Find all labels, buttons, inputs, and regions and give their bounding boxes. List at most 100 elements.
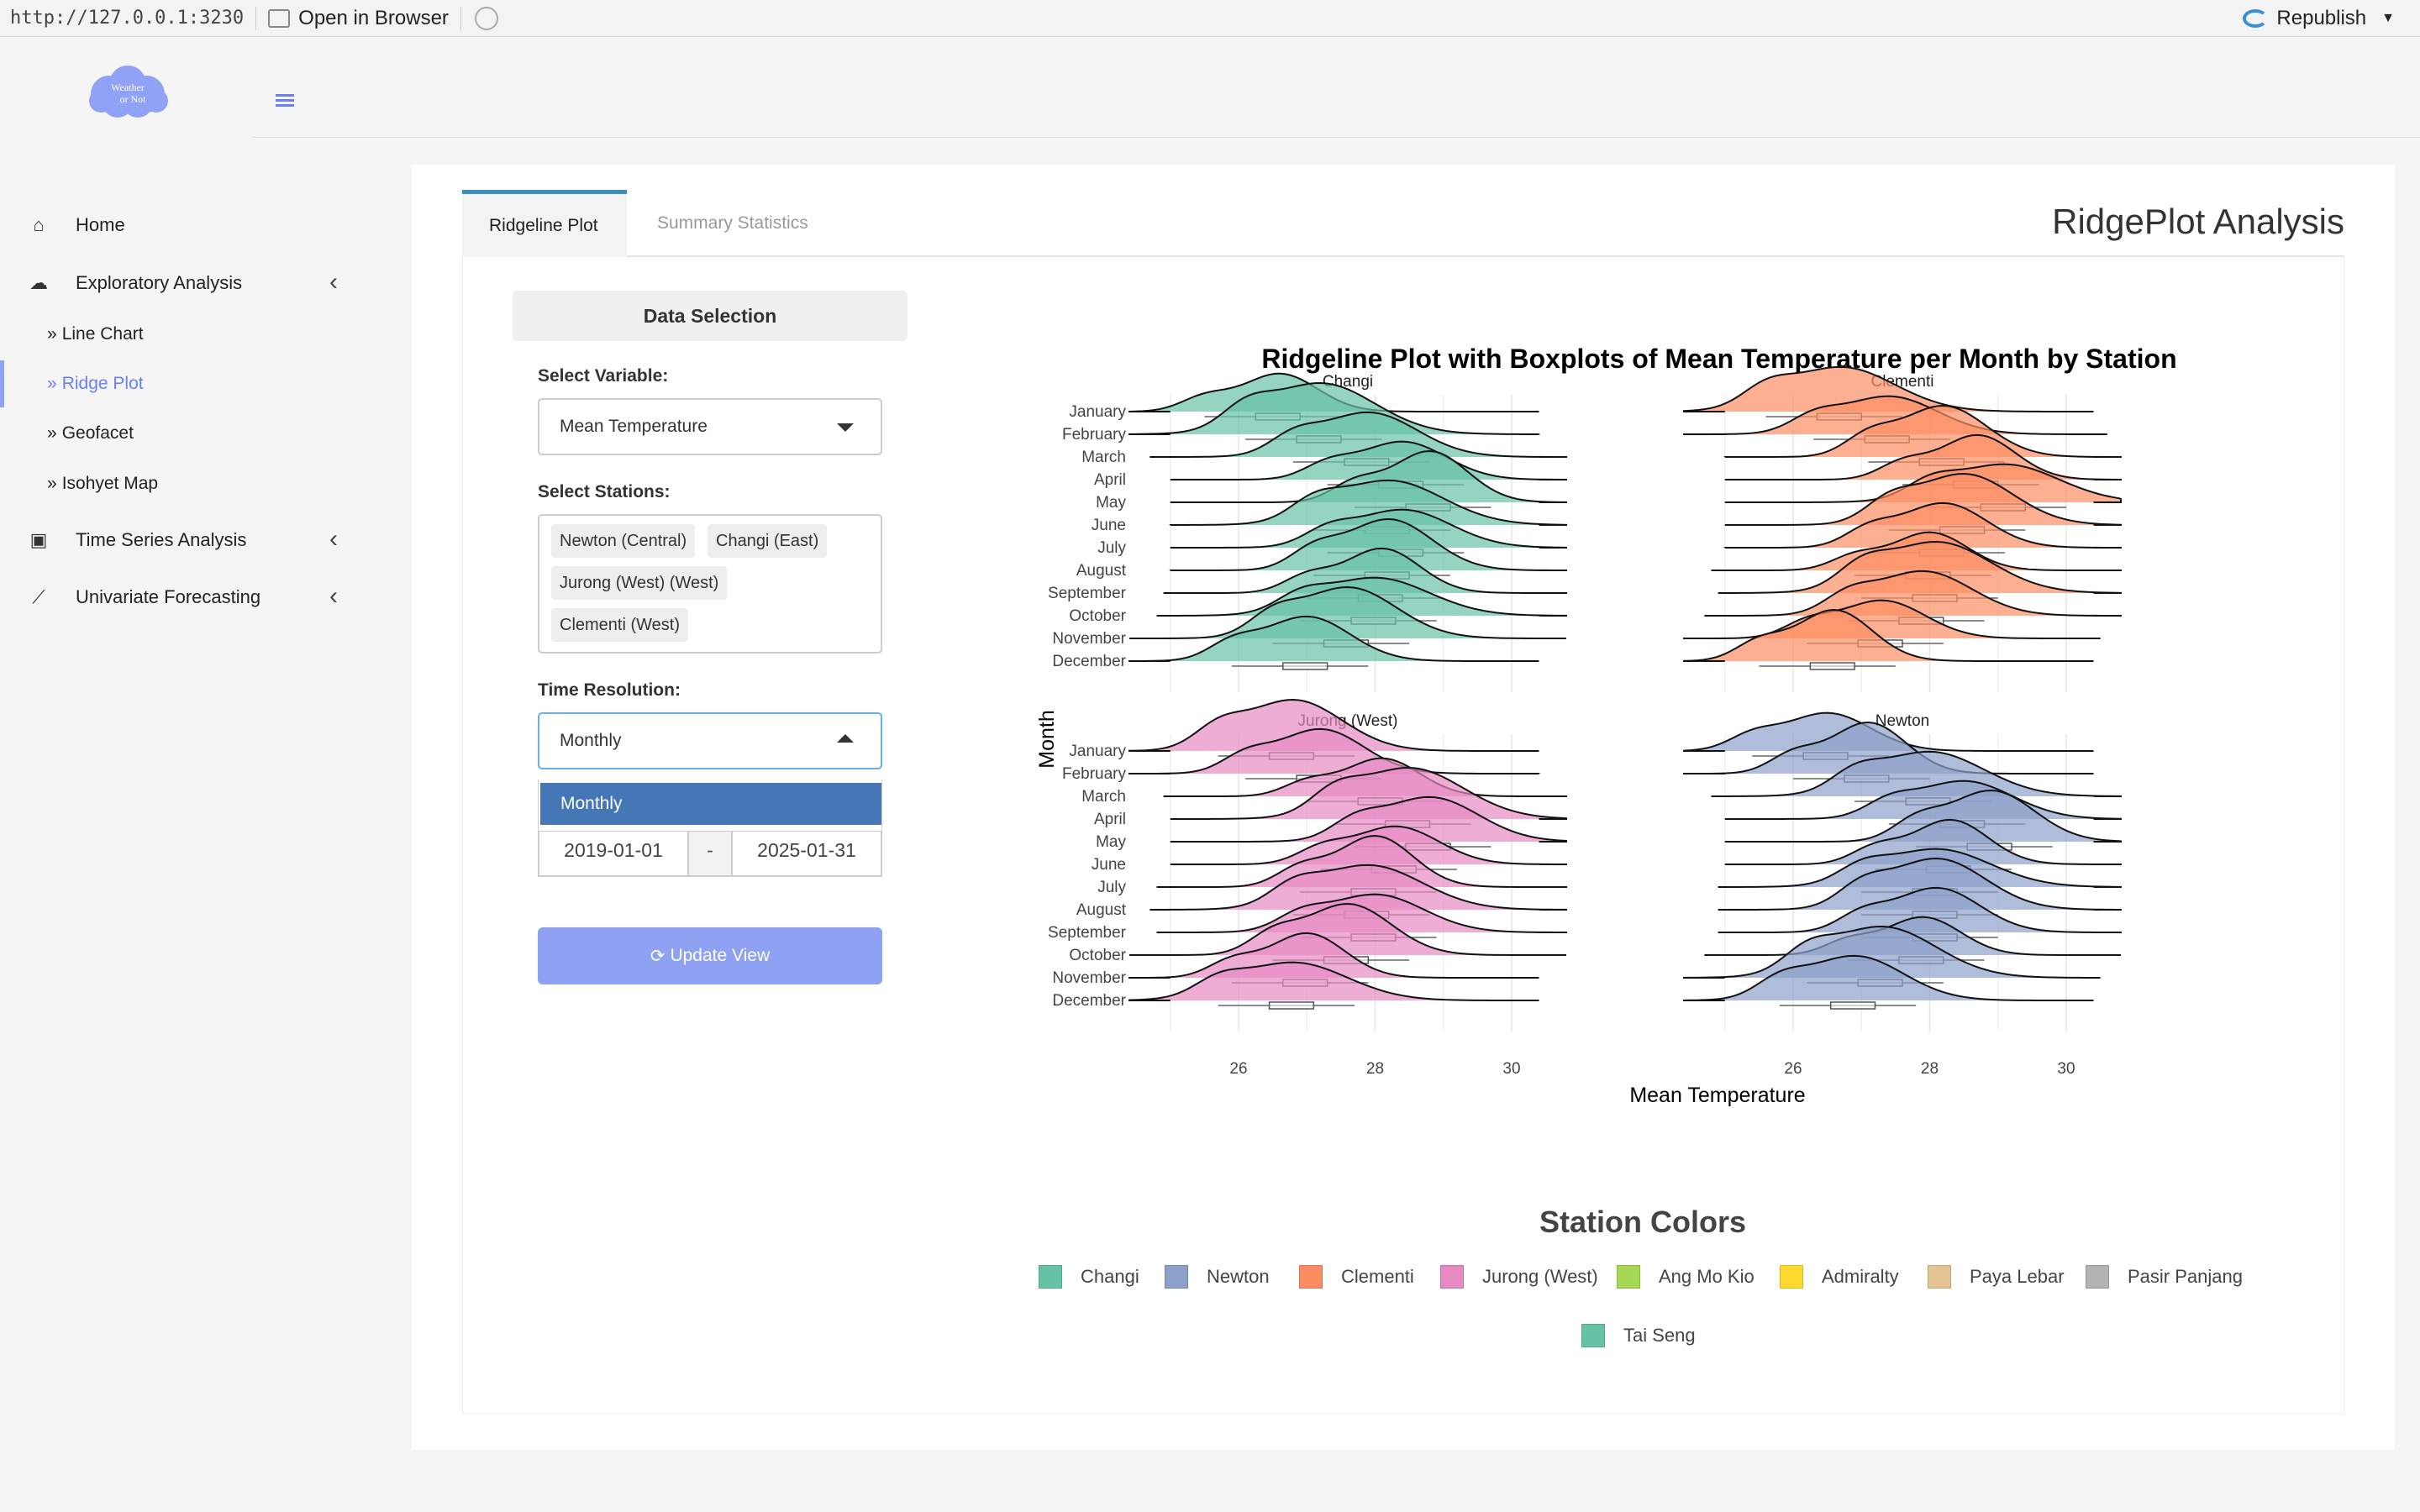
browser-window-icon bbox=[268, 8, 291, 28]
variable-select[interactable]: Mean Temperature bbox=[538, 398, 882, 455]
y-tick-label: September bbox=[1048, 924, 1127, 942]
legend-label: Pasir Panjang bbox=[2128, 1266, 2243, 1287]
legend-swatch bbox=[1165, 1265, 1188, 1289]
legend-label: Admiralty bbox=[1822, 1266, 1899, 1287]
sidebar-item-geofacet[interactable]: » Geofacet bbox=[0, 410, 356, 457]
y-tick-label: January bbox=[1069, 403, 1126, 421]
sidebar-item-home[interactable]: ⌂ Home bbox=[0, 200, 356, 250]
y-tick-label: May bbox=[1096, 833, 1126, 851]
publish-icon bbox=[2243, 9, 2269, 28]
line-chart-icon: ⟋ bbox=[32, 586, 45, 607]
y-tick-label: October bbox=[1069, 607, 1126, 625]
legend-item: Pasir Panjang bbox=[2086, 1265, 2243, 1289]
home-icon: ⌂ bbox=[33, 214, 45, 235]
sidebar-item-time-series-analysis[interactable]: ▣ Time Series Analysis ‹ bbox=[0, 515, 356, 565]
legend-swatch bbox=[1440, 1265, 1464, 1289]
legend-swatch bbox=[1299, 1265, 1323, 1289]
sidebar-item-line-chart[interactable]: » Line Chart bbox=[0, 311, 356, 358]
sidebar-item-label: Isohyet Map bbox=[61, 474, 159, 493]
station-chip[interactable]: Clementi (West) bbox=[551, 608, 688, 642]
y-tick-label: December bbox=[1052, 653, 1126, 670]
y-tick-label: August bbox=[1076, 901, 1127, 919]
y-tick-label: January bbox=[1069, 743, 1126, 760]
viewer-toolbar: http://127.0.0.1:3230 Open in Browser Re… bbox=[0, 0, 2420, 37]
sidebar-item-ridge-plot[interactable]: » Ridge Plot bbox=[0, 360, 356, 407]
legend-label: Ang Mo Kio bbox=[1659, 1266, 1754, 1287]
legend-item: Ang Mo Kio bbox=[1617, 1265, 1754, 1289]
legend-item: Newton bbox=[1165, 1265, 1270, 1289]
sidebar-item-isohyet-map[interactable]: » Isohyet Map bbox=[0, 460, 356, 507]
sidebar-item-label: Geofacet bbox=[61, 423, 134, 443]
time-resolution-select[interactable]: Monthly bbox=[538, 712, 882, 769]
header-divider bbox=[252, 137, 2420, 138]
stations-label: Select Stations: bbox=[538, 482, 671, 501]
y-tick-label: April bbox=[1094, 811, 1126, 828]
ridge-area bbox=[1684, 955, 2074, 1000]
chevron-down-icon[interactable]: ▼ bbox=[2381, 11, 2395, 26]
y-tick-label: July bbox=[1097, 539, 1126, 557]
y-tick-label: June bbox=[1092, 856, 1126, 874]
variable-label: Select Variable: bbox=[538, 366, 669, 386]
legend-swatch bbox=[1581, 1324, 1605, 1347]
x-tick-label: 30 bbox=[2057, 1060, 2075, 1078]
legend-swatch bbox=[1039, 1265, 1062, 1289]
republish-button[interactable]: Republish ▼ bbox=[2243, 0, 2395, 37]
sidebar-item-label: Home bbox=[76, 214, 125, 235]
legend-label: Newton bbox=[1207, 1266, 1270, 1287]
sidebar-item-exploratory-analysis[interactable]: ☁ Exploratory Analysis ‹ bbox=[0, 258, 356, 308]
legend-swatch bbox=[1928, 1265, 1951, 1289]
legend-label: Changi bbox=[1081, 1266, 1139, 1287]
station-chip[interactable]: Jurong (West) (West) bbox=[551, 566, 728, 600]
y-tick-label: March bbox=[1081, 788, 1126, 806]
sidebar-item-univariate-forecasting[interactable]: ⟋ Univariate Forecasting ‹ bbox=[0, 572, 356, 622]
time-resolution-dropdown: Monthly bbox=[538, 780, 882, 832]
tab-summary-statistics[interactable]: Summary Statistics bbox=[630, 190, 835, 257]
x-axis-title: Mean Temperature bbox=[1629, 1084, 1805, 1107]
caret-up-icon bbox=[837, 734, 854, 743]
ridge-area bbox=[1684, 600, 2101, 638]
hamburger-menu-icon[interactable] bbox=[276, 94, 294, 108]
station-chip[interactable]: Changi (East) bbox=[708, 524, 828, 558]
chart-panel: Newton26 28 30 bbox=[1683, 711, 2122, 1078]
cloud-sun-icon: ☁ bbox=[29, 272, 48, 293]
tab-bar: Ridgeline Plot Summary Statistics RidgeP… bbox=[462, 190, 2344, 257]
chevron-left-icon: ‹ bbox=[329, 525, 338, 553]
station-chip[interactable]: Newton (Central) bbox=[551, 524, 696, 558]
y-tick-label: February bbox=[1062, 765, 1127, 783]
x-tick-label: 28 bbox=[1921, 1060, 1939, 1078]
boxplot-box bbox=[1282, 662, 1328, 670]
svg-text:Weather: Weather bbox=[111, 81, 145, 93]
url-text: http://127.0.0.1:3230 bbox=[10, 8, 245, 29]
chevron-left-icon: ‹ bbox=[329, 268, 338, 296]
toolbar-divider bbox=[255, 6, 257, 30]
calendar-icon: ▣ bbox=[29, 529, 48, 550]
y-tick-label: August bbox=[1076, 562, 1127, 580]
x-tick-label: 28 bbox=[1366, 1060, 1384, 1078]
stations-multiselect[interactable]: Newton (Central) Changi (East) Jurong (W… bbox=[538, 514, 882, 654]
update-view-label: Update View bbox=[670, 946, 771, 965]
y-tick-label: December bbox=[1052, 992, 1126, 1010]
legend-item: Tai Seng bbox=[1581, 1324, 1696, 1347]
open-in-browser-button[interactable]: Open in Browser bbox=[268, 7, 449, 30]
legend-swatch bbox=[2086, 1265, 2109, 1289]
chart-panel: ChangiJanuaryFebruaryMarchAprilMayJuneJu… bbox=[1048, 372, 1567, 692]
time-resolution-value: Monthly bbox=[560, 731, 622, 750]
data-selection-header: Data Selection bbox=[513, 291, 908, 341]
x-tick-label: 26 bbox=[1229, 1060, 1247, 1078]
open-in-browser-label: Open in Browser bbox=[298, 6, 449, 29]
boxplot-box bbox=[1829, 1001, 1876, 1010]
double-chevron-icon: » bbox=[47, 324, 57, 344]
sidebar-item-label: Time Series Analysis bbox=[76, 529, 247, 550]
app-logo[interactable]: Weather or Not bbox=[84, 62, 171, 121]
dropdown-option-monthly[interactable]: Monthly bbox=[540, 783, 881, 825]
tab-ridgeline-plot[interactable]: Ridgeline Plot bbox=[462, 190, 627, 257]
variable-select-value: Mean Temperature bbox=[560, 417, 708, 436]
update-view-button[interactable]: ⟳ Update View bbox=[538, 927, 882, 984]
legend-item: Clementi bbox=[1299, 1265, 1414, 1289]
chevron-left-icon: ‹ bbox=[329, 582, 338, 610]
refresh-icon[interactable] bbox=[474, 6, 498, 30]
y-tick-label: September bbox=[1048, 585, 1127, 602]
caret-down-icon bbox=[837, 423, 854, 432]
legend-item: Paya Lebar bbox=[1928, 1265, 2065, 1289]
legend-item: Jurong (West) bbox=[1440, 1265, 1598, 1289]
